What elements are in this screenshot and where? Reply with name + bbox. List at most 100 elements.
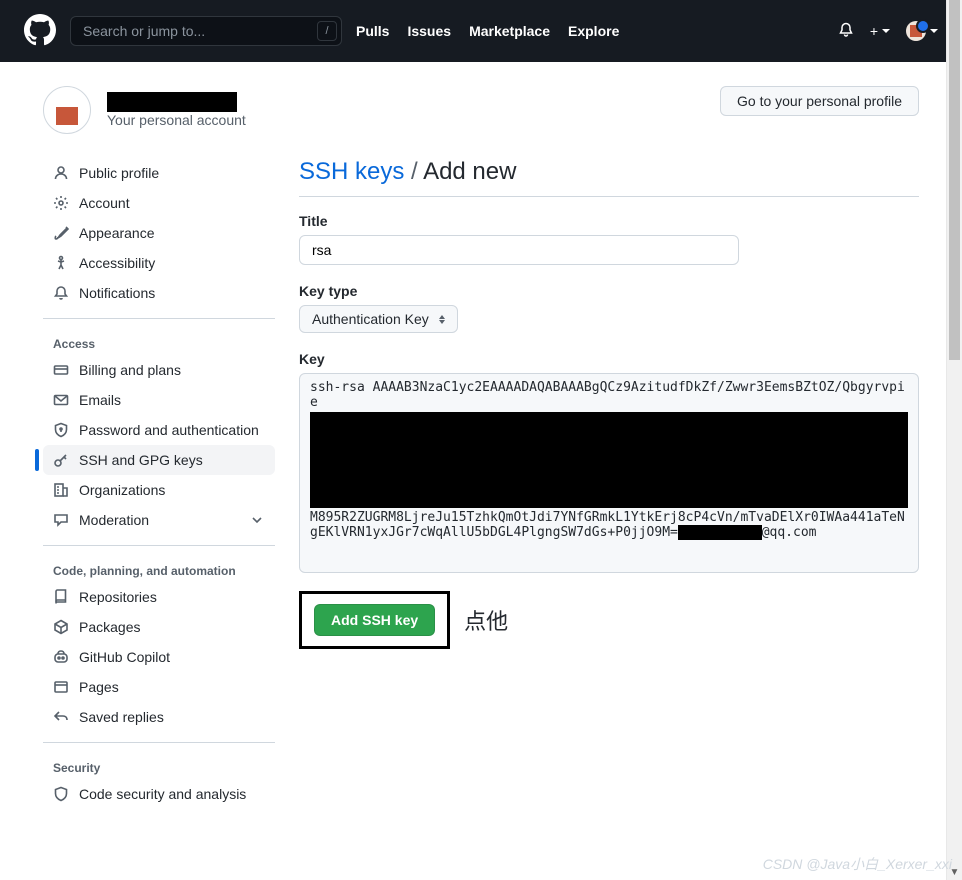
account-subtitle: Your personal account	[107, 112, 246, 128]
key-type-label: Key type	[299, 283, 919, 299]
github-logo[interactable]	[24, 14, 56, 49]
gear-icon	[53, 195, 69, 211]
sidebar-item-label: Packages	[79, 619, 140, 635]
key-suffix-text-b: @qq.com	[762, 525, 817, 540]
sidebar-item-emails[interactable]: Emails	[43, 385, 275, 415]
sidebar-item-label: Billing and plans	[79, 362, 181, 378]
annotation-highlight-box: Add SSH key	[299, 591, 450, 649]
notifications-icon[interactable]	[838, 22, 854, 41]
divider	[43, 742, 275, 743]
divider	[43, 318, 275, 319]
key-prefix-text: ssh-rsa AAAAB3NzaC1yc2EAAAADAQABAAABgQCz…	[310, 380, 905, 410]
sidebar-item-label: Organizations	[79, 482, 165, 498]
page-title: SSH keys / Add new	[299, 158, 919, 197]
sidebar-item-label: Code security and analysis	[79, 786, 246, 802]
sidebar-item-notifications[interactable]: Notifications	[43, 278, 275, 308]
sidebar-item-label: GitHub Copilot	[79, 649, 170, 665]
sidebar-item-label: Repositories	[79, 589, 157, 605]
key-redacted	[310, 412, 908, 508]
sidebar-item-label: Emails	[79, 392, 121, 408]
breadcrumb-ssh-keys-link[interactable]: SSH keys	[299, 158, 404, 185]
avatar	[906, 21, 926, 41]
nav-links: Pulls Issues Marketplace Explore	[356, 23, 619, 39]
global-header: / Pulls Issues Marketplace Explore +	[0, 0, 962, 62]
user-menu-dropdown[interactable]	[906, 21, 938, 41]
sidebar-item-ssh-gpg-keys[interactable]: SSH and GPG keys	[43, 445, 275, 475]
sidebar-header-security: Security	[43, 753, 275, 779]
bell-icon	[53, 285, 69, 301]
key-textarea-content[interactable]: ssh-rsa AAAAB3NzaC1yc2EAAAADAQABAAABgQCz…	[300, 374, 918, 572]
copilot-icon	[53, 649, 69, 665]
sidebar-item-label: Pages	[79, 679, 119, 695]
divider	[43, 545, 275, 546]
person-icon	[53, 165, 69, 181]
chevron-down-icon	[249, 512, 265, 528]
nav-pulls[interactable]: Pulls	[356, 23, 389, 39]
create-new-dropdown[interactable]: +	[870, 23, 890, 39]
key-type-value: Authentication Key	[312, 311, 429, 327]
sidebar-item-billing[interactable]: Billing and plans	[43, 355, 275, 385]
main-content: SSH keys / Add new Title Key type Authen…	[299, 158, 919, 809]
sidebar-item-saved-replies[interactable]: Saved replies	[43, 702, 275, 732]
select-caret-icon	[439, 315, 445, 324]
page-scrollbar[interactable]: ▲ ▼	[946, 0, 962, 880]
sidebar-item-label: Account	[79, 195, 130, 211]
search-input[interactable]: /	[70, 16, 342, 46]
breadcrumb-separator: /	[411, 158, 423, 185]
scroll-thumb[interactable]	[949, 0, 960, 360]
shield-lock-icon	[53, 422, 69, 438]
accessibility-icon	[53, 255, 69, 271]
sidebar-item-accessibility[interactable]: Accessibility	[43, 248, 275, 278]
profile-avatar-large	[43, 86, 91, 134]
sidebar-item-organizations[interactable]: Organizations	[43, 475, 275, 505]
annotation-text: 点他	[464, 604, 508, 636]
account-header: Your personal account Go to your persona…	[43, 86, 919, 134]
settings-sidebar: Public profile Account Appearance Access…	[43, 158, 275, 809]
username-redacted	[107, 92, 237, 112]
sidebar-item-label: SSH and GPG keys	[79, 452, 203, 468]
nav-marketplace[interactable]: Marketplace	[469, 23, 550, 39]
sidebar-item-label: Moderation	[79, 512, 149, 528]
shield-icon	[53, 786, 69, 802]
slash-shortcut-icon: /	[317, 21, 337, 41]
sidebar-header-access: Access	[43, 329, 275, 355]
add-ssh-key-button[interactable]: Add SSH key	[314, 604, 435, 636]
sidebar-item-label: Appearance	[79, 225, 155, 241]
sidebar-item-label: Notifications	[79, 285, 155, 301]
credit-card-icon	[53, 362, 69, 378]
sidebar-item-password[interactable]: Password and authentication	[43, 415, 275, 445]
sidebar-item-pages[interactable]: Pages	[43, 672, 275, 702]
watermark: CSDN @Java小白_Xerxer_xxi	[763, 854, 952, 874]
sidebar-item-appearance[interactable]: Appearance	[43, 218, 275, 248]
key-label: Key	[299, 351, 919, 367]
sidebar-item-code-security[interactable]: Code security and analysis	[43, 779, 275, 809]
nav-issues[interactable]: Issues	[407, 23, 451, 39]
key-textarea[interactable]: ssh-rsa AAAAB3NzaC1yc2EAAAADAQABAAABgQCz…	[299, 373, 919, 573]
sidebar-item-label: Saved replies	[79, 709, 164, 725]
repo-icon	[53, 589, 69, 605]
title-label: Title	[299, 213, 919, 229]
sidebar-item-account[interactable]: Account	[43, 188, 275, 218]
title-input[interactable]	[299, 235, 739, 265]
sidebar-item-repositories[interactable]: Repositories	[43, 582, 275, 612]
sidebar-item-copilot[interactable]: GitHub Copilot	[43, 642, 275, 672]
breadcrumb-current: Add new	[423, 158, 516, 185]
organization-icon	[53, 482, 69, 498]
package-icon	[53, 619, 69, 635]
sidebar-item-public-profile[interactable]: Public profile	[43, 158, 275, 188]
sidebar-item-label: Password and authentication	[79, 422, 259, 438]
key-icon	[53, 452, 69, 468]
nav-explore[interactable]: Explore	[568, 23, 619, 39]
search-field[interactable]	[83, 23, 317, 39]
key-email-redacted	[678, 525, 762, 540]
paintbrush-icon	[53, 225, 69, 241]
key-type-select[interactable]: Authentication Key	[299, 305, 458, 333]
go-to-profile-button[interactable]: Go to your personal profile	[720, 86, 919, 116]
sidebar-item-packages[interactable]: Packages	[43, 612, 275, 642]
sidebar-item-moderation[interactable]: Moderation	[43, 505, 275, 535]
comment-icon	[53, 512, 69, 528]
header-actions: +	[838, 21, 938, 41]
sidebar-item-label: Accessibility	[79, 255, 155, 271]
sidebar-item-label: Public profile	[79, 165, 159, 181]
browser-icon	[53, 679, 69, 695]
